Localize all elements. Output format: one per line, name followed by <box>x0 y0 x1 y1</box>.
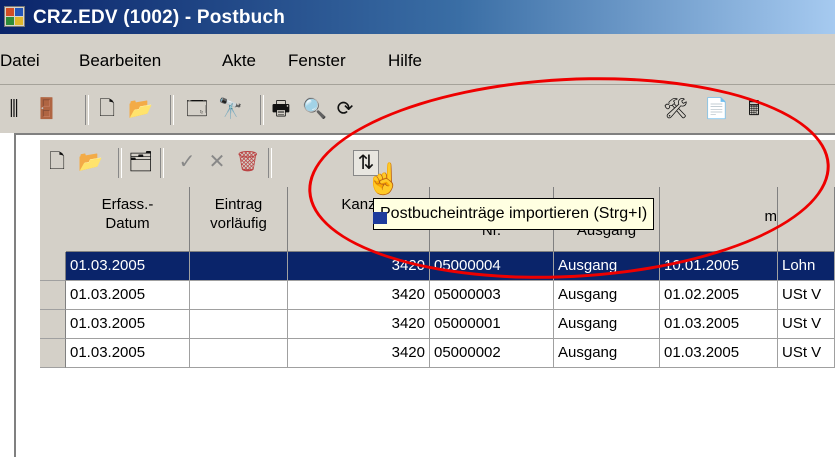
toolbar-separator <box>160 148 164 178</box>
cell-nr[interactable]: 05000001 <box>430 310 554 339</box>
row-indicator[interactable] <box>40 281 66 310</box>
cell-eintrag-vorlaeufig[interactable] <box>190 281 288 310</box>
row-indicator[interactable] <box>40 310 66 339</box>
row-indicator[interactable] <box>40 252 66 281</box>
toolbar-separator <box>268 148 272 178</box>
window-title: CRZ.EDV (1002) - Postbuch <box>33 7 286 28</box>
cell-datum[interactable]: 01.03.2005 <box>660 339 778 368</box>
cell-erfass-datum[interactable]: 01.03.2005 <box>66 310 190 339</box>
cell-betreff[interactable]: USt V <box>778 310 835 339</box>
cell-eintrag-vorlaeufig[interactable] <box>190 339 288 368</box>
cell-erfass-datum[interactable]: 01.03.2005 <box>66 339 190 368</box>
cell-ausgang[interactable]: Ausgang <box>554 281 660 310</box>
new-document-icon[interactable]: 🗋 <box>95 97 119 121</box>
cell-erfass-datum[interactable]: 01.03.2005 <box>66 281 190 310</box>
open-folder-icon[interactable]: 📂 <box>128 97 153 121</box>
cell-kanzlei[interactable]: 3420 <box>288 310 430 339</box>
split-icon[interactable]: ⫼ <box>2 97 26 121</box>
cell-betreff[interactable]: Lohn <box>778 252 835 281</box>
cell-betreff[interactable]: USt V <box>778 281 835 310</box>
menu-hilfe[interactable]: Hilfe <box>388 51 422 71</box>
confirm-check-icon[interactable]: ✓ <box>175 150 199 174</box>
cell-nr[interactable]: 05000003 <box>430 281 554 310</box>
cell-nr[interactable]: 05000002 <box>430 339 554 368</box>
open-folder-icon[interactable]: 📂 <box>78 150 103 174</box>
tree-view-icon[interactable]: 🗂 <box>128 150 153 174</box>
title-bar: CRZ.EDV (1002) - Postbuch <box>0 0 835 34</box>
toolbar-separator <box>260 95 264 125</box>
print-icon[interactable]: 🖶 <box>269 97 293 121</box>
toolbar-separator <box>170 95 174 125</box>
app-icon <box>4 6 25 27</box>
menu-fenster[interactable]: Fenster <box>288 51 346 71</box>
delete-entry-icon[interactable]: 🗑 <box>235 150 260 174</box>
cell-datum[interactable]: 01.02.2005 <box>660 281 778 310</box>
column-header-erfass-datum[interactable]: Erfass.- Datum <box>66 187 190 252</box>
column-header-eintrag-vorlaeufig[interactable]: Eintrag vorläufig <box>190 187 288 252</box>
menu-datei[interactable]: Datei <box>0 51 40 71</box>
cell-datum[interactable]: 01.03.2005 <box>660 310 778 339</box>
row-indicator[interactable] <box>40 339 66 368</box>
toolbar-separator <box>85 95 89 125</box>
print-preview-icon[interactable]: 🔍 <box>302 97 327 121</box>
binoculars-icon[interactable]: 🔭 <box>218 97 243 121</box>
cell-kanzlei[interactable]: 3420 <box>288 281 430 310</box>
cell-betreff[interactable]: USt V <box>778 339 835 368</box>
cell-eintrag-vorlaeufig[interactable] <box>190 252 288 281</box>
toolbar-separator <box>118 148 122 178</box>
new-entry-icon[interactable]: 🗋 <box>45 150 69 174</box>
properties-icon[interactable]: 🗔 <box>185 97 209 121</box>
menu-bar: Datei Bearbeiten Akte Fenster Hilfe <box>0 34 835 85</box>
menu-akte[interactable]: Akte <box>222 51 256 71</box>
cell-ausgang[interactable]: Ausgang <box>554 339 660 368</box>
cancel-x-icon[interactable]: ✕ <box>205 150 229 174</box>
exit-door-icon[interactable]: 🚪 <box>34 97 59 121</box>
cell-kanzlei[interactable]: 3420 <box>288 339 430 368</box>
cell-ausgang[interactable]: Ausgang <box>554 310 660 339</box>
refresh-icon[interactable]: ⟳ <box>333 97 357 121</box>
cell-erfass-datum[interactable]: 01.03.2005 <box>66 252 190 281</box>
menu-bearbeiten[interactable]: Bearbeiten <box>79 51 161 71</box>
cell-eintrag-vorlaeufig[interactable] <box>190 310 288 339</box>
